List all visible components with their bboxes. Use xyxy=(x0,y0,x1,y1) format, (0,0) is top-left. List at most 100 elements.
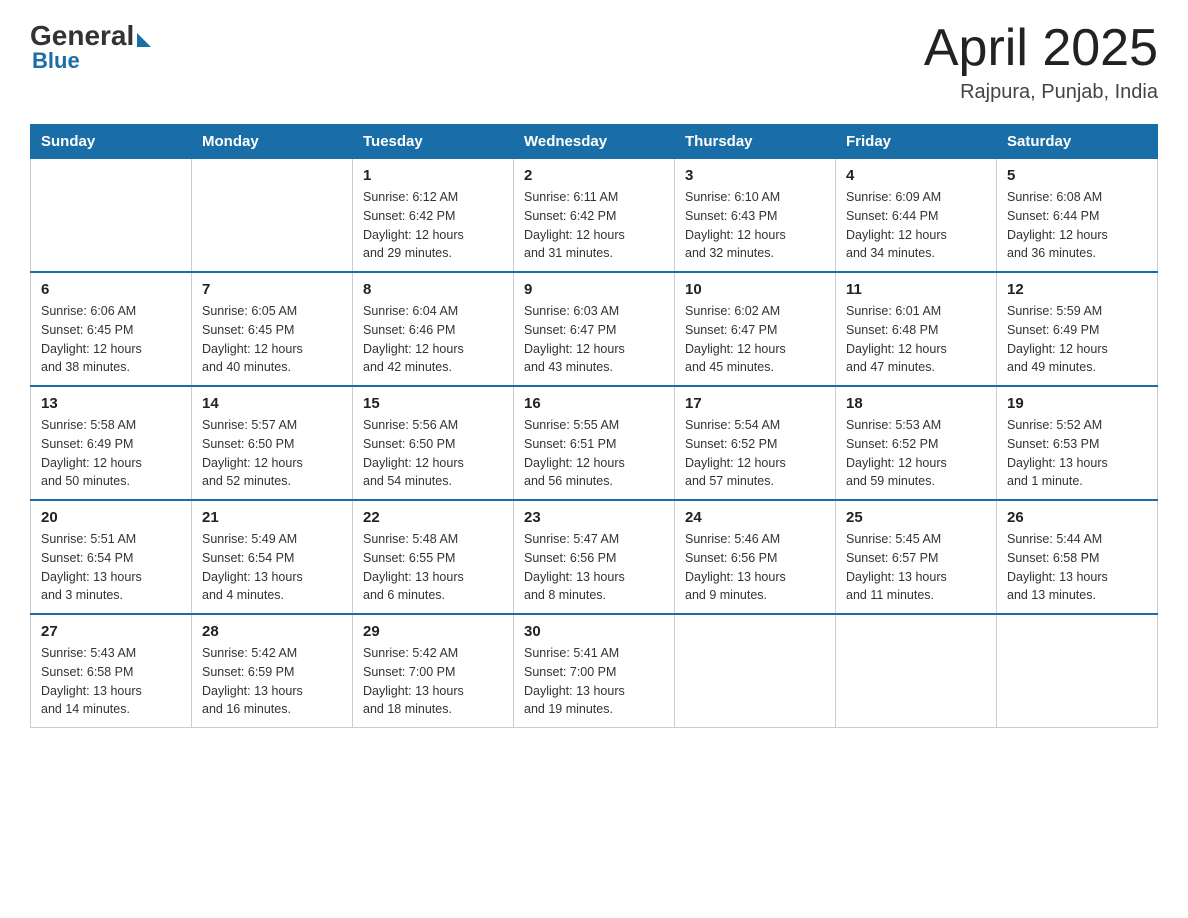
day-number: 8 xyxy=(363,281,503,298)
calendar-cell: 20 Sunrise: 5:51 AMSunset: 6:54 PMDayligh… xyxy=(31,500,192,614)
day-info: Sunrise: 5:54 AMSunset: 6:52 PMDaylight:… xyxy=(685,416,825,491)
day-number: 22 xyxy=(363,509,503,526)
day-number: 17 xyxy=(685,395,825,412)
location-subtitle: Rajpura, Punjab, India xyxy=(924,81,1158,104)
calendar-cell: 6 Sunrise: 6:06 AMSunset: 6:45 PMDaylight… xyxy=(31,272,192,386)
calendar-cell: 26 Sunrise: 5:44 AMSunset: 6:58 PMDayligh… xyxy=(997,500,1158,614)
calendar-cell xyxy=(675,614,836,728)
day-number: 14 xyxy=(202,395,342,412)
calendar-cell: 24 Sunrise: 5:46 AMSunset: 6:56 PMDayligh… xyxy=(675,500,836,614)
day-info: Sunrise: 6:04 AMSunset: 6:46 PMDaylight:… xyxy=(363,302,503,377)
day-info: Sunrise: 5:56 AMSunset: 6:50 PMDaylight:… xyxy=(363,416,503,491)
calendar-cell: 11 Sunrise: 6:01 AMSunset: 6:48 PMDayligh… xyxy=(836,272,997,386)
day-info: Sunrise: 5:49 AMSunset: 6:54 PMDaylight:… xyxy=(202,530,342,605)
calendar-week-row: 6 Sunrise: 6:06 AMSunset: 6:45 PMDaylight… xyxy=(31,272,1158,386)
day-info: Sunrise: 6:09 AMSunset: 6:44 PMDaylight:… xyxy=(846,188,986,263)
day-info: Sunrise: 6:01 AMSunset: 6:48 PMDaylight:… xyxy=(846,302,986,377)
day-number: 24 xyxy=(685,509,825,526)
day-info: Sunrise: 6:08 AMSunset: 6:44 PMDaylight:… xyxy=(1007,188,1147,263)
calendar-cell: 7Sunrise: 6:05 AMSunset: 6:45 PMDaylight… xyxy=(192,272,353,386)
calendar-header-row: SundayMondayTuesdayWednesdayThursdayFrid… xyxy=(31,125,1158,159)
day-number: 12 xyxy=(1007,281,1147,298)
calendar-cell: 3 Sunrise: 6:10 AMSunset: 6:43 PMDaylight… xyxy=(675,159,836,273)
month-year-title: April 2025 xyxy=(924,20,1158,77)
day-number: 16 xyxy=(524,395,664,412)
day-info: Sunrise: 5:57 AMSunset: 6:50 PMDaylight:… xyxy=(202,416,342,491)
day-number: 9 xyxy=(524,281,664,298)
calendar-cell: 14 Sunrise: 5:57 AMSunset: 6:50 PMDayligh… xyxy=(192,386,353,500)
calendar-cell: 27 Sunrise: 5:43 AMSunset: 6:58 PMDayligh… xyxy=(31,614,192,728)
day-info: Sunrise: 5:44 AMSunset: 6:58 PMDaylight:… xyxy=(1007,530,1147,605)
calendar-cell xyxy=(31,159,192,273)
calendar-cell: 21 Sunrise: 5:49 AMSunset: 6:54 PMDayligh… xyxy=(192,500,353,614)
day-info: Sunrise: 5:46 AMSunset: 6:56 PMDaylight:… xyxy=(685,530,825,605)
day-info: Sunrise: 5:47 AMSunset: 6:56 PMDaylight:… xyxy=(524,530,664,605)
calendar-cell: 30 Sunrise: 5:41 AMSunset: 7:00 PMDayligh… xyxy=(514,614,675,728)
calendar-cell: 18 Sunrise: 5:53 AMSunset: 6:52 PMDayligh… xyxy=(836,386,997,500)
day-number: 30 xyxy=(524,623,664,640)
day-number: 5 xyxy=(1007,167,1147,184)
calendar-cell: 29 Sunrise: 5:42 AMSunset: 7:00 PMDayligh… xyxy=(353,614,514,728)
day-info: Sunrise: 6:03 AMSunset: 6:47 PMDaylight:… xyxy=(524,302,664,377)
day-number: 20 xyxy=(41,509,181,526)
title-block: April 2025 Rajpura, Punjab, India xyxy=(924,20,1158,104)
day-number: 15 xyxy=(363,395,503,412)
day-info: Sunrise: 6:06 AMSunset: 6:45 PMDaylight:… xyxy=(41,302,181,377)
calendar-cell xyxy=(192,159,353,273)
day-number: 29 xyxy=(363,623,503,640)
day-info: Sunrise: 5:51 AMSunset: 6:54 PMDaylight:… xyxy=(41,530,181,605)
day-info: Sunrise: 5:41 AMSunset: 7:00 PMDaylight:… xyxy=(524,644,664,719)
day-number: 23 xyxy=(524,509,664,526)
calendar-table: SundayMondayTuesdayWednesdayThursdayFrid… xyxy=(30,124,1158,728)
calendar-cell: 16 Sunrise: 5:55 AMSunset: 6:51 PMDayligh… xyxy=(514,386,675,500)
header-wednesday: Wednesday xyxy=(514,125,675,159)
header-thursday: Thursday xyxy=(675,125,836,159)
day-number: 19 xyxy=(1007,395,1147,412)
day-info: Sunrise: 5:59 AMSunset: 6:49 PMDaylight:… xyxy=(1007,302,1147,377)
calendar-cell: 22Sunrise: 5:48 AMSunset: 6:55 PMDayligh… xyxy=(353,500,514,614)
calendar-week-row: 20 Sunrise: 5:51 AMSunset: 6:54 PMDayligh… xyxy=(31,500,1158,614)
day-number: 13 xyxy=(41,395,181,412)
day-number: 3 xyxy=(685,167,825,184)
day-info: Sunrise: 5:53 AMSunset: 6:52 PMDaylight:… xyxy=(846,416,986,491)
calendar-cell: 10 Sunrise: 6:02 AMSunset: 6:47 PMDayligh… xyxy=(675,272,836,386)
calendar-cell: 1 Sunrise: 6:12 AMSunset: 6:42 PMDaylight… xyxy=(353,159,514,273)
day-info: Sunrise: 5:42 AMSunset: 7:00 PMDaylight:… xyxy=(363,644,503,719)
day-number: 28 xyxy=(202,623,342,640)
header-friday: Friday xyxy=(836,125,997,159)
day-number: 21 xyxy=(202,509,342,526)
calendar-week-row: 13 Sunrise: 5:58 AMSunset: 6:49 PMDayligh… xyxy=(31,386,1158,500)
day-info: Sunrise: 5:55 AMSunset: 6:51 PMDaylight:… xyxy=(524,416,664,491)
day-number: 27 xyxy=(41,623,181,640)
day-info: Sunrise: 5:42 AMSunset: 6:59 PMDaylight:… xyxy=(202,644,342,719)
calendar-week-row: 27 Sunrise: 5:43 AMSunset: 6:58 PMDayligh… xyxy=(31,614,1158,728)
day-info: Sunrise: 5:43 AMSunset: 6:58 PMDaylight:… xyxy=(41,644,181,719)
day-info: Sunrise: 6:02 AMSunset: 6:47 PMDaylight:… xyxy=(685,302,825,377)
day-info: Sunrise: 5:58 AMSunset: 6:49 PMDaylight:… xyxy=(41,416,181,491)
day-info: Sunrise: 5:52 AMSunset: 6:53 PMDaylight:… xyxy=(1007,416,1147,491)
calendar-cell: 17 Sunrise: 5:54 AMSunset: 6:52 PMDayligh… xyxy=(675,386,836,500)
header-sunday: Sunday xyxy=(31,125,192,159)
day-info: Sunrise: 6:10 AMSunset: 6:43 PMDaylight:… xyxy=(685,188,825,263)
calendar-cell: 9 Sunrise: 6:03 AMSunset: 6:47 PMDaylight… xyxy=(514,272,675,386)
day-number: 4 xyxy=(846,167,986,184)
calendar-cell: 12 Sunrise: 5:59 AMSunset: 6:49 PMDayligh… xyxy=(997,272,1158,386)
day-info: Sunrise: 6:11 AMSunset: 6:42 PMDaylight:… xyxy=(524,188,664,263)
calendar-cell: 4 Sunrise: 6:09 AMSunset: 6:44 PMDaylight… xyxy=(836,159,997,273)
calendar-cell: 15 Sunrise: 5:56 AMSunset: 6:50 PMDayligh… xyxy=(353,386,514,500)
day-info: Sunrise: 5:45 AMSunset: 6:57 PMDaylight:… xyxy=(846,530,986,605)
day-number: 11 xyxy=(846,281,986,298)
logo-blue-text: Blue xyxy=(32,48,80,74)
calendar-week-row: 1 Sunrise: 6:12 AMSunset: 6:42 PMDaylight… xyxy=(31,159,1158,273)
calendar-cell: 8 Sunrise: 6:04 AMSunset: 6:46 PMDaylight… xyxy=(353,272,514,386)
calendar-cell: 25Sunrise: 5:45 AMSunset: 6:57 PMDayligh… xyxy=(836,500,997,614)
calendar-cell: 13 Sunrise: 5:58 AMSunset: 6:49 PMDayligh… xyxy=(31,386,192,500)
calendar-cell: 2Sunrise: 6:11 AMSunset: 6:42 PMDaylight… xyxy=(514,159,675,273)
calendar-cell: 23 Sunrise: 5:47 AMSunset: 6:56 PMDayligh… xyxy=(514,500,675,614)
day-number: 10 xyxy=(685,281,825,298)
day-info: Sunrise: 6:12 AMSunset: 6:42 PMDaylight:… xyxy=(363,188,503,263)
day-number: 26 xyxy=(1007,509,1147,526)
day-number: 18 xyxy=(846,395,986,412)
day-number: 6 xyxy=(41,281,181,298)
day-number: 1 xyxy=(363,167,503,184)
